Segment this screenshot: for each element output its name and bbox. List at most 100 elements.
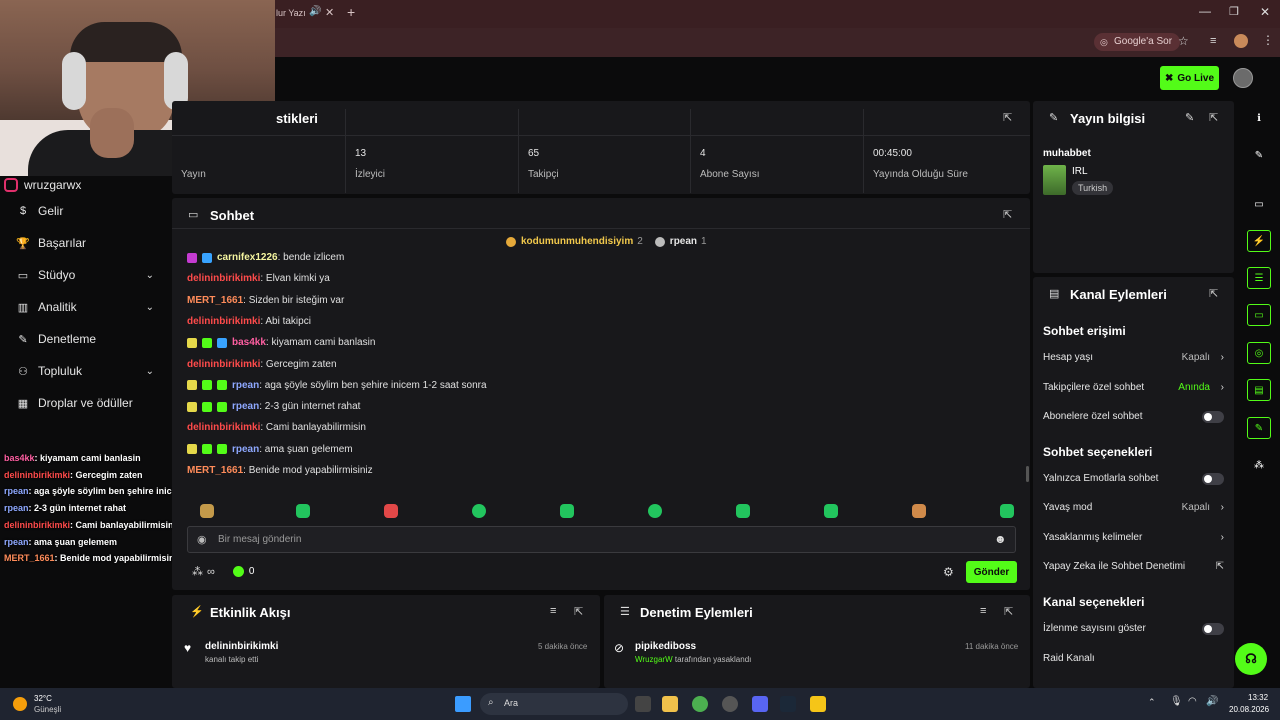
google-button[interactable]: ◎ Google'a Sor bbox=[1094, 33, 1181, 51]
gear-icon[interactable]: ⚙ bbox=[943, 565, 954, 579]
emote-icon[interactable] bbox=[736, 504, 750, 518]
tray-chevron-icon[interactable]: ⌃ bbox=[1148, 697, 1156, 708]
emoji-icon[interactable]: ☻ bbox=[994, 532, 1007, 546]
sidebar-item[interactable]: 🏆 Başarılar bbox=[0, 228, 172, 258]
go-live-button[interactable]: ✖ Go Live bbox=[1160, 66, 1219, 90]
sidebar-item[interactable]: ⚇ Topluluk ⌄ bbox=[0, 356, 172, 386]
chat-scrollbar[interactable] bbox=[1026, 466, 1029, 482]
taskbar-search[interactable]: ⌕ Ara bbox=[480, 693, 628, 715]
new-tab-icon[interactable]: + bbox=[347, 4, 355, 20]
sidebar-item[interactable]: $ Gelir bbox=[0, 196, 172, 226]
wrench-icon[interactable]: ✎ bbox=[1247, 417, 1271, 439]
chevron-down-icon[interactable]: ⌄ bbox=[146, 302, 154, 313]
row-ai-moderation[interactable]: Yapay Zeka ile Sohbet Denetimi ⇱ bbox=[1043, 561, 1228, 572]
file-explorer-icon[interactable] bbox=[662, 696, 678, 712]
chat-username[interactable]: bas4kk bbox=[232, 337, 266, 348]
chat-username[interactable]: MERT_1661 bbox=[187, 295, 243, 306]
popout-icon[interactable]: ⇱ bbox=[1209, 287, 1218, 300]
info-icon[interactable]: ℹ bbox=[1247, 107, 1271, 129]
close-tab-icon[interactable]: ✕ bbox=[325, 6, 334, 19]
emote-icon[interactable] bbox=[560, 504, 574, 518]
activity-user[interactable]: delininbirikimki bbox=[205, 641, 278, 652]
row-raid[interactable]: Raid Kanalı bbox=[1043, 653, 1228, 664]
go-live-label: Go Live bbox=[1177, 72, 1215, 84]
subs-only-toggle[interactable] bbox=[1202, 410, 1224, 423]
moderation-user[interactable]: pipikediboss bbox=[635, 641, 696, 652]
edit-icon[interactable]: ✎ bbox=[1185, 111, 1194, 124]
sidebar-item[interactable]: ▥ Analitik ⌄ bbox=[0, 292, 172, 322]
show-viewers-toggle[interactable] bbox=[1202, 622, 1224, 635]
moderation-by[interactable]: WruzgarW bbox=[635, 655, 673, 664]
emote-icon[interactable] bbox=[472, 504, 486, 518]
list-icon[interactable]: ☰ bbox=[1247, 267, 1271, 289]
discord-icon[interactable] bbox=[752, 696, 768, 712]
top-user-name[interactable]: kodumunmuhendisiyim bbox=[521, 236, 633, 247]
chat-username[interactable]: delininbirikimki bbox=[187, 273, 260, 284]
close-window-icon[interactable]: ✕ bbox=[1260, 5, 1270, 19]
app-icon[interactable] bbox=[810, 696, 826, 712]
row-slow-mode[interactable]: Yavaş mod Kapalı › bbox=[1043, 502, 1228, 513]
sidebar-item[interactable]: ✎ Denetleme bbox=[0, 324, 172, 354]
popout-icon[interactable]: ⇱ bbox=[1004, 605, 1013, 618]
chat-username[interactable]: carnifex1226 bbox=[217, 252, 278, 263]
profile-avatar-icon[interactable] bbox=[1234, 34, 1248, 48]
filter-icon[interactable]: ≡ bbox=[550, 605, 556, 617]
chat-input-field[interactable]: ◉ Bir mesaj gönderin ☻ bbox=[187, 526, 1016, 553]
chat-username[interactable]: rpean bbox=[232, 380, 259, 391]
steam-icon[interactable] bbox=[780, 696, 796, 712]
chevron-right-icon: › bbox=[1220, 532, 1224, 543]
top-user-name[interactable]: rpean bbox=[670, 236, 697, 247]
volume-icon[interactable]: 🔊 bbox=[1206, 696, 1218, 707]
star-icon[interactable]: ☆ bbox=[1178, 34, 1189, 48]
windows-start-icon[interactable] bbox=[455, 696, 471, 712]
chat-username[interactable]: rpean bbox=[232, 444, 259, 455]
row-account-age[interactable]: Hesap yaşı Kapalı › bbox=[1043, 352, 1228, 363]
chat-username[interactable]: delininbirikimki bbox=[187, 359, 260, 370]
tab-title[interactable]: lur Yazı bbox=[276, 8, 306, 18]
row-banned-words[interactable]: Yasaklanmış kelimeler › bbox=[1043, 532, 1228, 543]
menu-kebab-icon[interactable]: ⋮ bbox=[1262, 33, 1274, 47]
popout-icon[interactable]: ⇱ bbox=[1209, 111, 1218, 124]
chat-username[interactable]: delininbirikimki bbox=[187, 316, 260, 327]
panel-icon[interactable]: ▭ bbox=[1247, 193, 1271, 215]
chat-icon[interactable]: ▭ bbox=[1247, 304, 1271, 326]
chrome-icon[interactable] bbox=[692, 696, 708, 712]
chat-username[interactable]: MERT_1661 bbox=[187, 465, 243, 476]
broadcast-icon[interactable]: ◎ bbox=[1247, 342, 1271, 364]
speaker-icon[interactable]: 🔊 bbox=[309, 6, 321, 17]
task-view-icon[interactable] bbox=[635, 696, 651, 712]
chat-username[interactable]: delininbirikimki bbox=[187, 422, 260, 433]
chevron-down-icon[interactable]: ⌄ bbox=[146, 270, 154, 281]
emote-icon[interactable] bbox=[824, 504, 838, 518]
mic-icon[interactable]: 🎙 bbox=[1170, 696, 1183, 707]
emote-icon[interactable] bbox=[296, 504, 310, 518]
popout-icon[interactable]: ⇱ bbox=[574, 605, 583, 618]
maximize-icon[interactable]: ❐ bbox=[1229, 5, 1239, 18]
filter-icon[interactable]: ≡ bbox=[980, 605, 986, 617]
wifi-icon[interactable]: ◠ bbox=[1188, 696, 1197, 707]
obs-icon[interactable] bbox=[722, 696, 738, 712]
actions-icon[interactable]: ▤ bbox=[1247, 379, 1271, 401]
support-chat-button[interactable]: ☊ bbox=[1235, 643, 1267, 675]
row-followers-only[interactable]: Takipçilere özel sohbet Anında › bbox=[1043, 382, 1228, 393]
chat-username[interactable]: rpean bbox=[232, 401, 259, 412]
sidebar-item[interactable]: ▭ Stüdyo ⌄ bbox=[0, 260, 172, 290]
emote-icon[interactable] bbox=[1000, 504, 1014, 518]
add-widget-icon[interactable]: ⁂ bbox=[1247, 454, 1271, 476]
pencil-icon[interactable]: ✎ bbox=[1247, 144, 1271, 166]
send-button[interactable]: Gönder bbox=[966, 561, 1017, 583]
emote-icon[interactable] bbox=[648, 504, 662, 518]
minimize-icon[interactable]: — bbox=[1199, 4, 1211, 18]
emote-only-toggle[interactable] bbox=[1202, 472, 1224, 485]
bolt-icon[interactable]: ⚡ bbox=[1247, 230, 1271, 252]
emote-icon[interactable] bbox=[384, 504, 398, 518]
reading-list-icon[interactable]: ≡ bbox=[1210, 35, 1216, 47]
chevron-down-icon[interactable]: ⌄ bbox=[146, 366, 154, 377]
category-thumbnail[interactable] bbox=[1043, 165, 1066, 195]
popout-icon[interactable]: ⇱ bbox=[1003, 208, 1012, 221]
emote-icon[interactable] bbox=[200, 504, 214, 518]
category-name[interactable]: IRL bbox=[1072, 166, 1088, 177]
sidebar-item[interactable]: ▦ Droplar ve ödüller bbox=[0, 388, 172, 418]
user-avatar[interactable] bbox=[1233, 68, 1253, 88]
emote-icon[interactable] bbox=[912, 504, 926, 518]
